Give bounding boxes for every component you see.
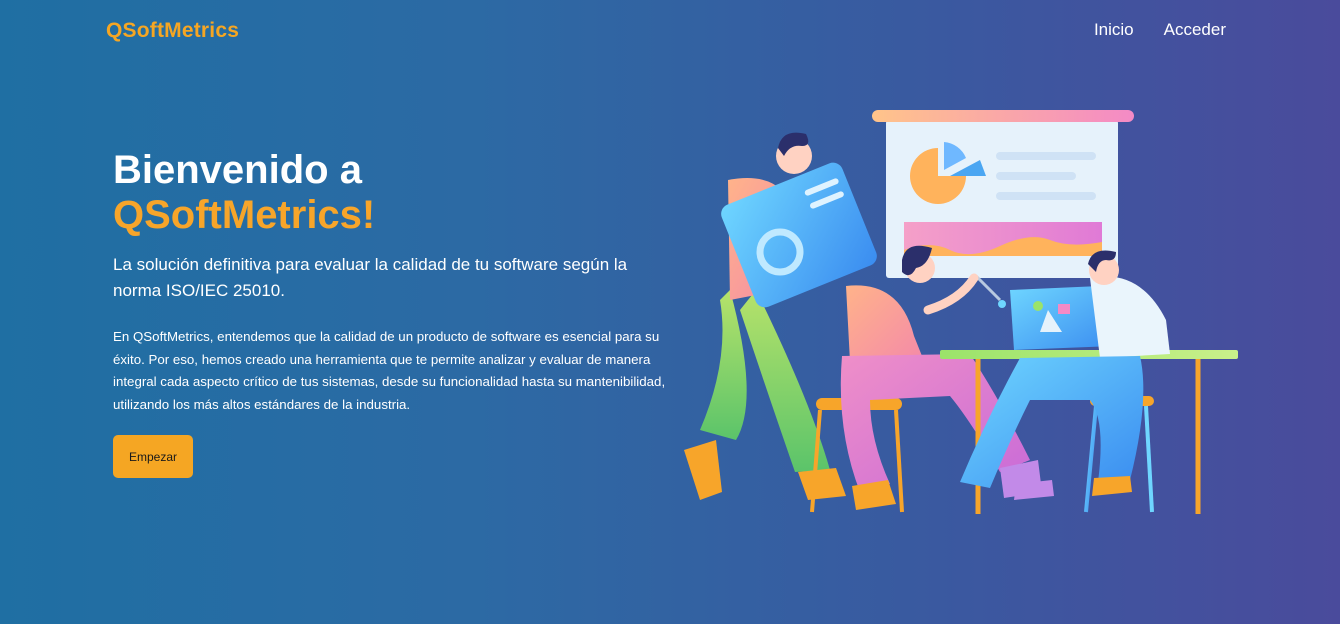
brand-logo[interactable]: QSoftMetrics <box>106 19 239 43</box>
nav-link-inicio[interactable]: Inicio <box>1094 20 1134 40</box>
hero-title-line1: Bienvenido a <box>113 148 362 192</box>
hero-section: Bienvenido a QSoftMetrics! La solución d… <box>113 148 673 416</box>
navbar: QSoftMetrics Inicio Acceder <box>0 0 1340 62</box>
start-button[interactable]: Empezar <box>113 435 193 478</box>
nav-links: Inicio Acceder <box>1094 20 1226 40</box>
hero-description: En QSoftMetrics, entendemos que la calid… <box>113 329 666 412</box>
seated-woman <box>810 245 1042 513</box>
hero-subtitle: La solución definitiva para evaluar la c… <box>113 255 628 300</box>
nav-link-acceder[interactable]: Acceder <box>1164 20 1226 40</box>
hero-title-brand: QSoftMetrics! <box>113 193 376 237</box>
hero-title: Bienvenido a QSoftMetrics! <box>113 148 673 238</box>
team-analytics-illustration <box>684 110 1238 514</box>
